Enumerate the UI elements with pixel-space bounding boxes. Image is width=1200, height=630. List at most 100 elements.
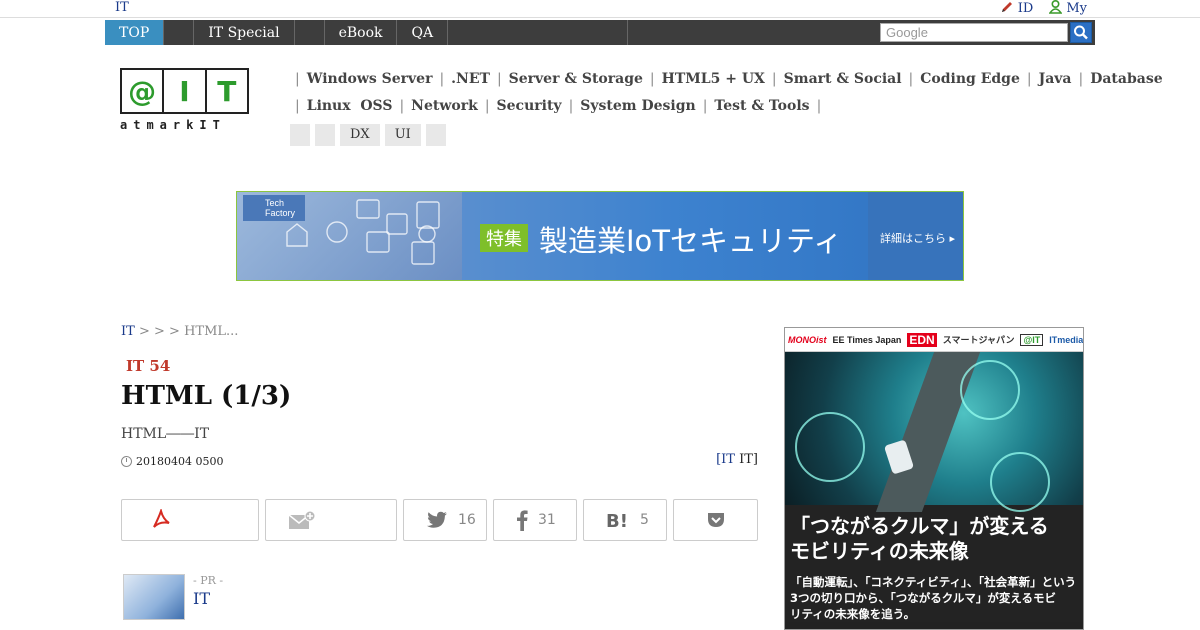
site-logo[interactable]: @ I T atmarkIT: [120, 68, 250, 134]
ad-headline: モビリティの未来像: [790, 539, 969, 563]
pr-item[interactable]: - PR - IT: [123, 574, 223, 620]
logo-letter: @: [122, 70, 165, 112]
date-text: 20180404 0500: [136, 455, 224, 468]
banner-image: Tech Factory: [237, 192, 462, 280]
category-row: | Windows Server | .NET | Server & Storage …: [288, 66, 1163, 93]
hatena-bookmark-button[interactable]: B! 5: [583, 499, 667, 541]
pdf-icon: [153, 509, 170, 528]
search-icon: [1074, 25, 1088, 40]
sponsor-logos: MONOist EE Times Japan EDN スマートジャパン @IT …: [785, 328, 1083, 352]
pdf-button[interactable]: [121, 499, 259, 541]
logo-letter: I: [164, 70, 207, 112]
tag-chip-ui[interactable]: UI: [384, 124, 421, 146]
id-label: ID: [1017, 1, 1034, 16]
sponsor-logo: ITmedia エンタープライズ: [1049, 335, 1084, 345]
pencil-icon: [1001, 2, 1012, 12]
category-link[interactable]: Linux OSS: [307, 93, 393, 120]
sponsor-logo: EE Times Japan: [832, 334, 902, 345]
facebook-share-button[interactable]: 31: [493, 499, 577, 541]
ad-body-line: 「自動運転」、「コネクティビティ」、「社会革新」という: [790, 575, 1077, 589]
logo-letter: T: [217, 74, 237, 108]
breadcrumb: IT > > > HTML...: [121, 324, 238, 339]
nav-top[interactable]: TOP: [105, 20, 165, 45]
ad-body-line: 3つの切り口から、「つながるクルマ」が変えるモビ: [790, 591, 1057, 605]
category-link[interactable]: Test & Tools: [714, 93, 809, 120]
category-links: | Windows Server | .NET | Server & Storage …: [288, 66, 1163, 120]
search-input[interactable]: Google: [880, 23, 1068, 42]
pocket-button[interactable]: [673, 499, 758, 541]
twitter-icon: [426, 511, 447, 528]
nav-qa[interactable]: QA: [397, 20, 449, 45]
banner-more-link[interactable]: 詳細はこちら ▸: [880, 230, 955, 246]
breadcrumb-link[interactable]: IT: [121, 324, 135, 339]
svg-text:B!: B!: [606, 511, 628, 529]
top-strip: IT ID My: [0, 0, 1200, 18]
breadcrumb-current: > HTML...: [169, 324, 239, 339]
pr-thumbnail: [123, 574, 185, 620]
category-link[interactable]: System Design: [580, 93, 695, 120]
mail-plus-icon: [288, 510, 316, 529]
banner-badge: Tech Factory: [243, 195, 305, 221]
site-link[interactable]: IT: [115, 0, 129, 15]
nav-ebook[interactable]: eBook: [325, 20, 398, 45]
ad-photo: [785, 352, 1083, 512]
category-link[interactable]: HTML5 + UX: [662, 66, 765, 93]
category-link[interactable]: Security: [497, 93, 562, 120]
category-link[interactable]: Coding Edge: [920, 66, 1020, 93]
tag-chip[interactable]: [315, 124, 335, 146]
tag-chips: DX UI: [290, 124, 446, 146]
category-link[interactable]: Smart & Social: [784, 66, 902, 93]
pr-tag: - PR -: [193, 574, 224, 587]
ad-text: 「つながるクルマ」が変える モビリティの未来像 「自動運転」、「コネクティビティ…: [785, 505, 1083, 622]
banner-ad[interactable]: Tech Factory 特集 製造業IoTセキュリティ 詳細はこちら ▸: [236, 191, 964, 281]
article-subtitle: HTML――IT: [121, 426, 210, 442]
category-link[interactable]: Network: [411, 93, 478, 120]
twitter-count: 16: [458, 512, 476, 528]
hatena-bookmark-icon: B!: [606, 511, 628, 529]
series-label[interactable]: IT 54: [126, 357, 170, 375]
account-links: ID My: [1000, 0, 1087, 16]
page-title: HTML (1/3): [121, 381, 292, 411]
facebook-icon: [517, 510, 528, 531]
category-link[interactable]: Java: [1039, 66, 1072, 93]
sponsor-logo: スマートジャパン: [942, 335, 1015, 345]
breadcrumb-sep: >: [138, 324, 150, 339]
nav-item-blank[interactable]: [448, 20, 629, 45]
category-row: | Linux OSS | Network | Security | System De…: [288, 93, 1078, 120]
breadcrumb-sep: >: [154, 324, 165, 339]
nav-it-special[interactable]: IT Special: [194, 20, 295, 45]
ad-body-line: リティの未来像を追う。: [790, 607, 916, 621]
category-link[interactable]: Database: [1090, 66, 1162, 93]
tag-chip[interactable]: [290, 124, 310, 146]
tag-chip-dx[interactable]: DX: [340, 124, 380, 146]
nav-item-blank[interactable]: [295, 20, 325, 45]
side-ad[interactable]: MONOist EE Times Japan EDN スマートジャパン @IT …: [784, 327, 1084, 630]
main-nav: TOP IT Special eBook QA Google: [105, 20, 1095, 45]
facebook-count: 31: [538, 512, 556, 528]
pr-title[interactable]: IT: [193, 589, 223, 608]
nav-item-blank[interactable]: [164, 20, 195, 45]
banner-title: 製造業IoTセキュリティ: [539, 224, 843, 258]
sponsor-logo: MONOist: [788, 334, 827, 345]
category-link[interactable]: .NET: [451, 66, 490, 93]
logo-wordmark: atmarkIT: [120, 118, 226, 132]
clock-icon: [121, 456, 132, 467]
id-link[interactable]: ID: [1000, 0, 1034, 16]
sponsor-logo: EDN: [907, 332, 937, 347]
pocket-icon: [707, 513, 724, 527]
category-link[interactable]: Windows Server: [307, 66, 433, 93]
category-link[interactable]: Server & Storage: [509, 66, 643, 93]
search-button[interactable]: [1070, 22, 1092, 43]
logo-box: @ I T: [120, 68, 249, 114]
ad-body: 「自動運転」、「コネクティビティ」、「社会革新」という 3つの切り口から、「つな…: [790, 574, 1077, 622]
twitter-share-button[interactable]: 16: [403, 499, 487, 541]
mail-subscribe-button[interactable]: [265, 499, 397, 541]
tag-chip[interactable]: [425, 124, 446, 146]
ad-headline: 「つながるクルマ」が変える: [790, 514, 1049, 538]
publish-date: 20180404 0500: [121, 455, 223, 468]
banner-tag: 特集: [480, 224, 528, 252]
author-byline: [IT IT]: [716, 452, 758, 467]
my-link[interactable]: My: [1049, 0, 1087, 16]
author-link[interactable]: [IT: [716, 452, 735, 467]
person-icon: [1049, 0, 1063, 14]
